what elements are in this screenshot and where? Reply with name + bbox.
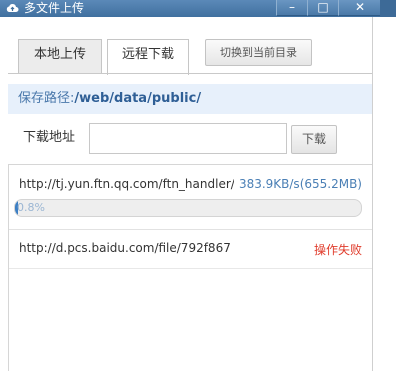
download-item-speed: 383.9KB/s(655.2MB) (238, 177, 362, 191)
progress-text: 0.8% (17, 201, 45, 214)
tab-divider (8, 73, 372, 74)
download-item: http://d.pcs.baidu.com/file/792f867 操作失败 (9, 229, 372, 269)
download-item: http://tj.yun.ftn.qq.com/ftn_handler/ 38… (9, 165, 372, 229)
download-item-url: http://tj.yun.ftn.qq.com/ftn_handler/ (19, 177, 234, 191)
tab-remote-download[interactable]: 远程下载 (107, 39, 189, 75)
maximize-button[interactable]: □ (307, 0, 338, 16)
download-url-label: 下载地址 (23, 130, 76, 145)
tab-local-upload[interactable]: 本地上传 (18, 39, 102, 73)
download-button[interactable]: 下载 (291, 125, 337, 154)
download-item-status: 操作失败 (313, 243, 362, 257)
title-bar-edge (380, 0, 396, 17)
minimize-button[interactable]: – (276, 0, 307, 16)
save-path-value: /web/data/public/ (74, 91, 202, 106)
progress-bar: 0.8% (14, 199, 362, 217)
cloud-upload-icon (6, 4, 19, 12)
close-button[interactable]: ✕ (338, 0, 381, 16)
save-path-label: 保存路径: (18, 91, 75, 106)
download-list: http://tj.yun.ftn.qq.com/ftn_handler/ 38… (8, 164, 372, 371)
download-url-input[interactable] (89, 123, 287, 154)
title-bar: 多文件上传 – □ ✕ (0, 0, 396, 17)
window-border (372, 17, 373, 371)
window-title: 多文件上传 (24, 1, 85, 15)
switch-to-current-dir-button[interactable]: 切换到当前目录 (205, 39, 312, 66)
download-item-url: http://d.pcs.baidu.com/file/792f867 (19, 241, 231, 255)
save-path-bar: 保存路径:/web/data/public/ (8, 84, 372, 114)
